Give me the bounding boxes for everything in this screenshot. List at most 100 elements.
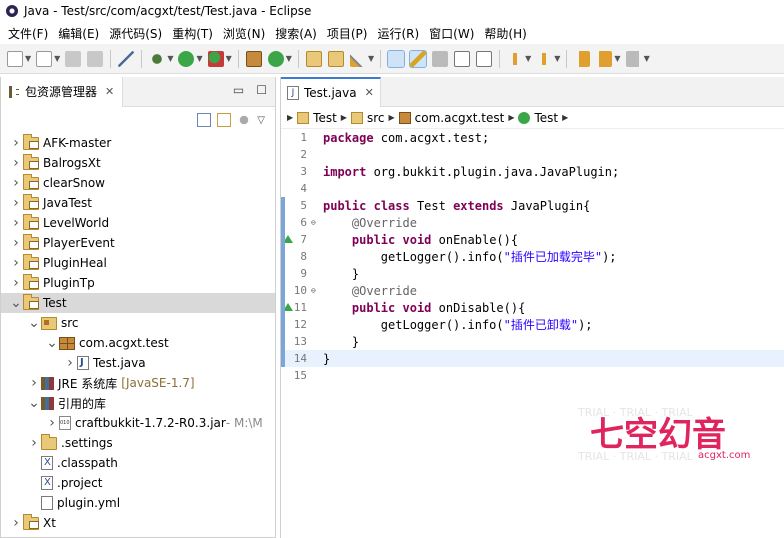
minimize-icon[interactable]: ▭ (233, 83, 244, 97)
code-line[interactable]: 8 getLogger().info("插件已加载完毕"); (281, 248, 784, 265)
chevron-right-icon[interactable]: › (27, 375, 41, 391)
tree-item[interactable]: › Test.java (1, 353, 275, 373)
code-line[interactable]: 6 ⊖ @Override (281, 214, 784, 231)
debug-icon[interactable] (149, 50, 166, 67)
chevron-right-icon[interactable]: › (45, 415, 59, 431)
menu-item[interactable]: 项目(P) (323, 25, 372, 42)
tree-item[interactable]: › JavaTest (1, 193, 275, 213)
chevron-right-icon[interactable]: › (9, 215, 23, 231)
code-line[interactable]: 4 (281, 180, 784, 197)
close-icon[interactable]: ✕ (105, 85, 114, 98)
breadcrumb-item[interactable]: src (350, 111, 384, 125)
next-annotation-icon[interactable] (507, 50, 524, 67)
menu-item[interactable]: 搜索(A) (271, 25, 321, 42)
code-line[interactable]: 11 public void onDisable(){ (281, 299, 784, 316)
chevron-right-icon[interactable]: › (9, 515, 23, 531)
tree-item[interactable]: › LevelWorld (1, 213, 275, 233)
tree-item[interactable]: ⌄ com.acgxt.test (1, 333, 275, 353)
fold-icon[interactable]: ⊖ (311, 286, 319, 295)
chevron-down-icon[interactable]: ⌄ (27, 395, 41, 411)
tree-item[interactable]: ⌄ Test (1, 293, 275, 313)
chevron-right-icon[interactable]: › (63, 355, 77, 371)
code-line[interactable]: 10 ⊖ @Override (281, 282, 784, 299)
new-class-icon[interactable] (267, 50, 284, 67)
tab-package-explorer[interactable]: 包资源管理器 ✕ (1, 76, 124, 107)
code-line[interactable]: 5 public class Test extends JavaPlugin{ (281, 197, 784, 214)
tree-item[interactable]: › clearSnow (1, 173, 275, 193)
close-icon[interactable]: ✕ (365, 86, 374, 99)
menu-item[interactable]: 帮助(H) (480, 25, 530, 42)
tree-item[interactable]: › PluginTp (1, 273, 275, 293)
maximize-icon[interactable]: ☐ (256, 83, 267, 97)
tree-item[interactable]: .project (1, 473, 275, 493)
code-line[interactable]: 14} (281, 350, 784, 367)
open-folder-icon[interactable] (327, 50, 344, 67)
chevron-right-icon[interactable]: › (9, 155, 23, 171)
new-java-project-icon[interactable] (245, 50, 262, 67)
tree-item[interactable]: › Xt (1, 513, 275, 533)
toggle-mark-occurrences-icon[interactable] (387, 49, 406, 68)
tab-test-java[interactable]: J Test.java ✕ (281, 76, 381, 107)
open-type-icon[interactable] (305, 50, 322, 67)
toggle-highlight-icon[interactable] (409, 49, 428, 68)
back-icon[interactable] (596, 50, 613, 67)
collapse-all-icon[interactable] (197, 113, 212, 127)
tree-item[interactable]: › JRE 系统库 [JavaSE-1.7] (1, 373, 275, 393)
code-line[interactable]: 9 } (281, 265, 784, 282)
show-whitespace-icon[interactable] (454, 50, 471, 67)
new-wizard-icon[interactable] (36, 50, 53, 67)
chevron-right-icon[interactable]: › (9, 255, 23, 271)
search-icon[interactable] (349, 50, 366, 67)
new-file-icon[interactable] (7, 50, 23, 67)
fold-icon[interactable]: ⊖ (311, 218, 319, 227)
view-menu-icon[interactable]: ▽ (257, 115, 265, 126)
menu-item[interactable]: 重构(T) (168, 25, 217, 42)
tree-item[interactable]: .classpath (1, 453, 275, 473)
code-line[interactable]: 2 (281, 146, 784, 163)
run-external-icon[interactable] (207, 50, 224, 67)
chevron-right-icon[interactable]: › (9, 135, 23, 151)
tree-item[interactable]: ⌄ src (1, 313, 275, 333)
save-all-icon[interactable] (87, 50, 104, 67)
code-line[interactable]: 15 (281, 367, 784, 384)
last-edit-icon[interactable] (574, 50, 591, 67)
menu-item[interactable]: 窗口(W) (425, 25, 478, 42)
tree-item[interactable]: › .settings (1, 433, 275, 453)
chevron-right-icon[interactable]: › (9, 275, 23, 291)
code-area[interactable]: 1 package com.acgxt.test; 2 3 import org.buk… (281, 129, 784, 384)
breadcrumb-item[interactable]: Test (518, 111, 558, 125)
skip-breakpoints-icon[interactable] (118, 50, 135, 67)
paragraph-icon[interactable] (476, 50, 493, 67)
focus-task-icon[interactable] (237, 113, 252, 127)
chevron-right-icon[interactable]: › (9, 235, 23, 251)
code-line[interactable]: 3 import org.bukkit.plugin.java.JavaPlugi… (281, 163, 784, 180)
run-icon[interactable] (178, 50, 195, 67)
chevron-down-icon[interactable]: ⌄ (27, 315, 41, 331)
menu-item[interactable]: 文件(F) (4, 25, 52, 42)
tree-item[interactable]: › AFK-master (1, 133, 275, 153)
code-line[interactable]: 7 public void onEnable(){ (281, 231, 784, 248)
chevron-right-icon[interactable]: › (9, 195, 23, 211)
tree-item[interactable]: › PlayerEvent (1, 233, 275, 253)
forward-icon[interactable] (625, 50, 642, 67)
save-icon[interactable] (65, 50, 82, 67)
menu-item[interactable]: 编辑(E) (54, 25, 103, 42)
chevron-down-icon[interactable]: ⌄ (45, 335, 59, 351)
previous-annotation-icon[interactable] (536, 50, 553, 67)
block-selection-icon[interactable] (432, 50, 449, 67)
chevron-right-icon[interactable]: › (27, 435, 41, 451)
tree-item[interactable]: › PluginHeal (1, 253, 275, 273)
menu-item[interactable]: 源代码(S) (105, 25, 166, 42)
code-line[interactable]: 1 package com.acgxt.test; (281, 129, 784, 146)
tree-item[interactable]: ⌄ 引用的库 (1, 393, 275, 413)
chevron-right-icon[interactable]: › (9, 175, 23, 191)
tree-item[interactable]: › craftbukkit-1.7.2-R0.3.jar - M:\M (1, 413, 275, 433)
breadcrumb-item[interactable]: com.acgxt.test (398, 111, 504, 125)
code-line[interactable]: 13 } (281, 333, 784, 350)
tree-item[interactable]: › BalrogsXt (1, 153, 275, 173)
link-with-editor-icon[interactable] (217, 113, 232, 127)
code-line[interactable]: 12 getLogger().info("插件已卸载"); (281, 316, 784, 333)
breadcrumb-item[interactable]: Test (297, 111, 337, 125)
tree-item[interactable]: plugin.yml (1, 493, 275, 513)
menu-item[interactable]: 浏览(N) (219, 25, 269, 42)
